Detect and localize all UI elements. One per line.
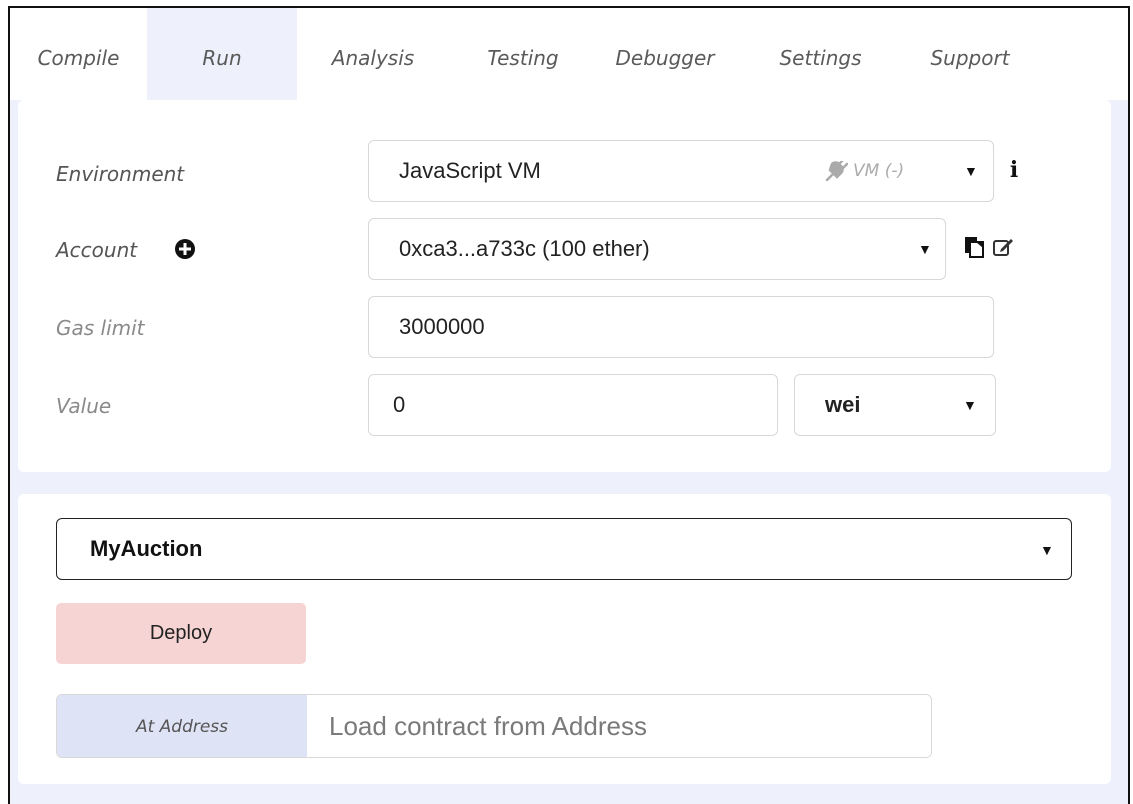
tab-analysis[interactable]: Analysis xyxy=(308,8,438,100)
chevron-down-icon: ▼ xyxy=(1040,542,1054,558)
info-icon[interactable]: i xyxy=(1004,157,1024,183)
account-value: 0xca3...a733c (100 ether) xyxy=(399,236,650,261)
run-panel: Compile Run Analysis Testing Debugger Se… xyxy=(8,6,1130,804)
chevron-down-icon: ▼ xyxy=(963,397,977,413)
value-unit: wei xyxy=(825,392,861,417)
add-account-icon[interactable] xyxy=(174,238,196,260)
tab-support[interactable]: Support xyxy=(910,8,1030,100)
environment-value: JavaScript VM xyxy=(399,158,541,183)
contract-name: MyAuction xyxy=(90,536,203,561)
copy-icon[interactable] xyxy=(961,234,987,260)
at-address-button[interactable]: At Address xyxy=(57,695,307,757)
plug-icon xyxy=(823,160,849,182)
chevron-down-icon: ▼ xyxy=(964,163,978,179)
address-input[interactable] xyxy=(307,695,931,757)
tab-testing[interactable]: Testing xyxy=(468,8,578,100)
at-address-group: At Address xyxy=(56,694,932,758)
account-label: Account xyxy=(56,238,138,262)
gas-limit-label: Gas limit xyxy=(56,316,145,340)
tab-settings[interactable]: Settings xyxy=(763,8,878,100)
vm-status: VM (-) xyxy=(853,161,905,181)
value-label: Value xyxy=(56,394,112,418)
chevron-down-icon: ▼ xyxy=(918,241,932,257)
value-input[interactable]: 0 xyxy=(368,374,778,436)
value-amount: 0 xyxy=(393,392,406,417)
gas-limit-value: 3000000 xyxy=(399,314,485,339)
tab-compile[interactable]: Compile xyxy=(10,8,147,100)
value-unit-select[interactable]: wei ▼ xyxy=(794,374,996,436)
deploy-button[interactable]: Deploy xyxy=(56,603,306,664)
environment-card: Environment JavaScript VM VM (-) ▼ i Acc… xyxy=(18,100,1111,472)
contract-select[interactable]: MyAuction ▼ xyxy=(56,518,1072,580)
tab-bar: Compile Run Analysis Testing Debugger Se… xyxy=(10,8,1128,100)
environment-select[interactable]: JavaScript VM VM (-) ▼ xyxy=(368,140,994,202)
deploy-card: MyAuction ▼ Deploy At Address xyxy=(18,494,1111,784)
gas-limit-input[interactable]: 3000000 xyxy=(368,296,994,358)
tab-run[interactable]: Run xyxy=(147,8,297,100)
environment-label: Environment xyxy=(56,162,185,186)
account-select[interactable]: 0xca3...a733c (100 ether) ▼ xyxy=(368,218,946,280)
tab-debugger[interactable]: Debugger xyxy=(600,8,730,100)
edit-icon[interactable] xyxy=(990,234,1016,260)
